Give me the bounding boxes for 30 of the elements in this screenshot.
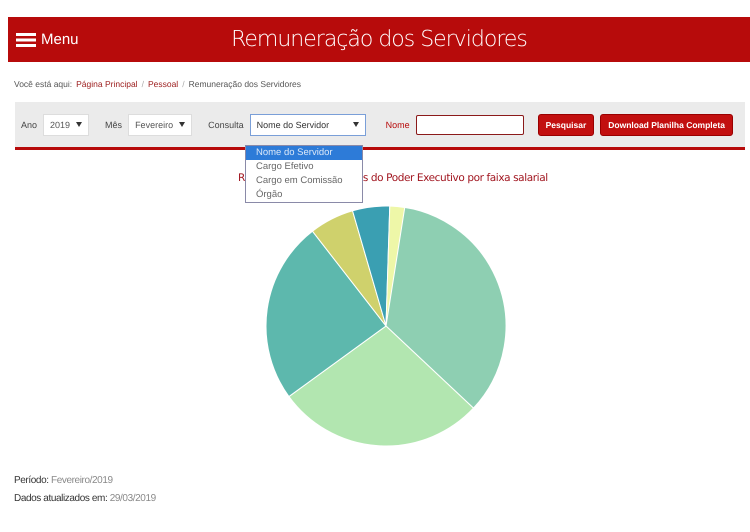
month-select[interactable]: Fevereiro xyxy=(128,114,192,136)
breadcrumb-separator: / xyxy=(142,79,144,89)
caret-icon xyxy=(76,122,82,127)
year-label: Ano xyxy=(21,120,38,130)
breadcrumb-current: Remuneração dos Servidores xyxy=(188,79,302,89)
breadcrumb-link[interactable]: Pessoal xyxy=(148,79,178,89)
name-label: Nome xyxy=(386,120,410,130)
chart-title-start: R xyxy=(238,172,245,184)
breadcrumb-link[interactable]: Página Principal xyxy=(76,79,138,89)
dropdown-option[interactable]: Cargo Efetivo xyxy=(246,160,362,174)
breadcrumb-separator: / xyxy=(182,79,185,89)
query-label: Consulta xyxy=(208,120,244,130)
page-title: Remuneração dos Servidores xyxy=(231,27,527,52)
dropdown-option[interactable]: Órgão xyxy=(246,188,362,202)
breadcrumb-prefix: Você está aqui: xyxy=(14,79,72,89)
query-select[interactable]: Nome do Servidor xyxy=(250,114,366,136)
dropdown-option[interactable]: Cargo em Comissão xyxy=(246,174,362,188)
chart-title-end: s do Poder Executivo por faixa salarial xyxy=(362,172,548,184)
menu-button[interactable]: Menu xyxy=(16,31,79,48)
search-button[interactable]: Pesquisar xyxy=(538,114,594,136)
caret-icon xyxy=(179,122,186,127)
month-label: Mês xyxy=(105,120,122,130)
dropdown-option[interactable]: Nome do Servidor xyxy=(246,146,362,160)
period-text: Período: Fevereiro/2019 xyxy=(14,474,114,488)
updated-text: Dados atualizados em: 29/03/2019 xyxy=(14,492,157,506)
year-select[interactable]: 2019 xyxy=(43,114,90,136)
caret-icon xyxy=(352,122,359,127)
name-field[interactable] xyxy=(416,114,524,134)
download-button[interactable]: Download Planilha Completa xyxy=(600,114,733,136)
menu-icon xyxy=(16,32,36,48)
